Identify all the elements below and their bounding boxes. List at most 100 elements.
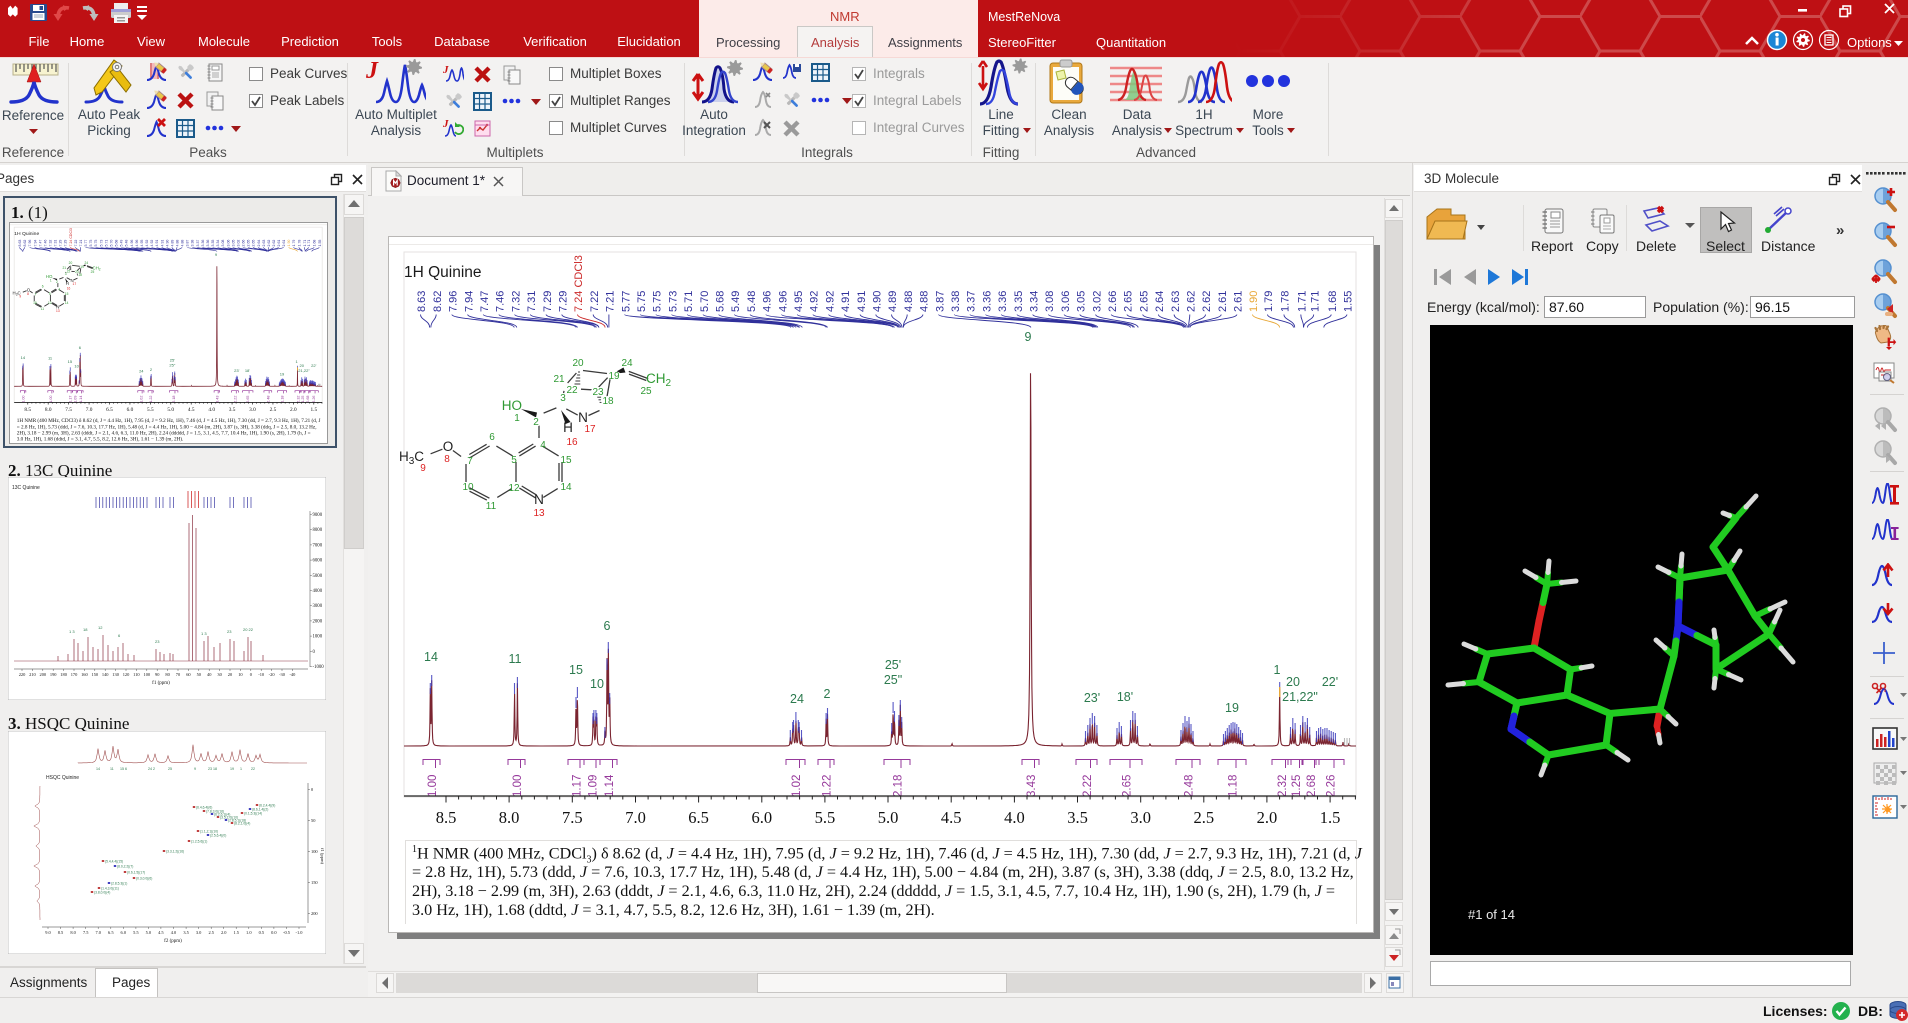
svg-text:2.62: 2.62 [1186,291,1198,312]
svg-text:17: 17 [584,424,596,435]
svg-text:3.5: 3.5 [183,930,189,935]
svg-text:6.0: 6.0 [751,808,772,827]
svg-text:11: 11 [110,767,114,771]
svg-text:3.36: 3.36 [997,291,1009,312]
svg-text:8.0: 8.0 [499,808,520,827]
svg-text:J: J [443,64,449,76]
svg-text:20: 20 [1286,675,1300,689]
svg-text:(0.1,5.3)(14): (0.1,5.3)(14) [244,812,262,816]
svg-text:6.5: 6.5 [688,808,709,827]
svg-text:140: 140 [102,672,109,677]
svg-text:J: J [366,58,379,84]
svg-text:-30: -30 [279,672,286,677]
svg-text:1 3: 1 3 [201,631,207,636]
svg-text:14: 14 [560,482,572,493]
svg-text:2.63: 2.63 [1170,291,1182,312]
svg-text:9000: 9000 [313,513,323,518]
svg-text:7.21: 7.21 [605,291,617,312]
svg-text:200: 200 [40,672,47,677]
svg-text:4.0: 4.0 [171,930,177,935]
svg-text:1.22: 1.22 [822,775,834,797]
svg-text:3.5: 3.5 [1067,808,1088,827]
svg-text:14: 14 [96,767,100,771]
svg-text:6000: 6000 [313,559,323,564]
svg-text:1.90: 1.90 [1248,291,1260,312]
svg-text:2.26: 2.26 [1326,775,1338,797]
svg-text:25: 25 [168,767,172,771]
svg-text:200: 200 [311,911,318,916]
svg-text:2.61: 2.61 [1233,291,1245,312]
svg-text:2: 2 [533,417,539,428]
svg-text:25: 25 [640,386,652,397]
svg-text:9.0: 9.0 [45,930,51,935]
svg-text:8.63: 8.63 [416,291,428,312]
svg-text:8.62: 8.62 [432,291,444,312]
svg-text:7.32: 7.32 [510,291,522,312]
svg-text:9: 9 [194,767,196,771]
svg-text:5.77: 5.77 [620,291,632,312]
svg-text:15: 15 [560,455,572,466]
svg-text:N: N [534,492,544,507]
svg-text:1: 1 [240,767,242,771]
svg-text:8.5: 8.5 [58,930,64,935]
svg-text:(0.6,1.5)(17): (0.6,1.5)(17) [127,871,145,875]
svg-text:(1.2,5.6)(1): (1.2,5.6)(1) [191,840,207,844]
svg-text:220: 220 [19,672,26,677]
svg-text:5: 5 [511,455,517,466]
svg-text:1.09: 1.09 [588,775,600,797]
svg-text:25": 25" [884,673,902,687]
svg-text:1H Quinine: 1H Quinine [404,264,482,281]
svg-text:7.47: 7.47 [479,291,491,312]
svg-text:6.0: 6.0 [121,930,127,935]
svg-text:4000: 4000 [313,589,323,594]
svg-text:4.91: 4.91 [840,291,852,312]
svg-text:5.48: 5.48 [746,291,758,312]
svg-text:8: 8 [444,454,450,465]
svg-text:4.88: 4.88 [903,291,915,312]
svg-text:10: 10 [590,677,604,691]
svg-text:3.05: 3.05 [1076,291,1088,312]
svg-text:1.78: 1.78 [1280,291,1292,312]
svg-text:O: O [443,439,454,454]
svg-text:24: 24 [790,692,804,706]
svg-text:(5.4,4.4)(15): (5.4,4.4)(15) [105,860,123,864]
svg-text:19: 19 [608,371,620,382]
svg-text:-1000: -1000 [313,665,325,670]
svg-text:f2 (ppm): f2 (ppm) [164,939,182,944]
svg-text:120: 120 [123,672,130,677]
svg-text:5.68: 5.68 [715,291,727,312]
svg-text:7.5: 7.5 [83,930,89,935]
svg-text:7000: 7000 [313,543,323,548]
svg-text:7.94: 7.94 [463,291,475,312]
svg-text:H: H [563,420,573,435]
svg-text:23: 23 [155,639,160,644]
svg-text:2.61: 2.61 [1217,291,1229,312]
svg-text:3.02: 3.02 [1091,291,1103,312]
svg-text:2: 2 [824,687,831,701]
svg-text:2000: 2000 [313,619,323,624]
svg-text:5.0: 5.0 [878,808,899,827]
svg-text:7.46: 7.46 [495,291,507,312]
svg-text:7.22: 7.22 [589,291,601,312]
svg-text:23: 23 [592,387,604,398]
svg-text:13C Quinine: 13C Quinine [12,485,40,491]
svg-text:2.22: 2.22 [1082,775,1094,797]
svg-text:(6.2,4.4)(9): (6.2,4.4)(9) [259,804,275,808]
svg-text:2.32: 2.32 [1277,775,1289,797]
svg-text:21: 21 [553,374,565,385]
svg-text:0.5: 0.5 [259,930,265,935]
svg-text:11: 11 [509,652,522,666]
svg-text:7.29: 7.29 [542,291,554,312]
svg-text:1000: 1000 [313,635,323,640]
svg-text:5.75: 5.75 [652,291,664,312]
svg-text:1.71: 1.71 [1297,291,1309,312]
svg-text:3.34: 3.34 [1029,291,1041,312]
svg-text:5.73: 5.73 [667,291,679,312]
svg-text:5.71: 5.71 [683,291,695,312]
svg-text:1.00: 1.00 [512,775,524,797]
svg-text:25': 25' [885,658,901,672]
svg-text:3.08: 3.08 [1044,291,1056,312]
svg-text:6.5: 6.5 [108,930,114,935]
svg-text:23: 23 [227,629,232,634]
svg-text:19: 19 [1225,701,1239,715]
